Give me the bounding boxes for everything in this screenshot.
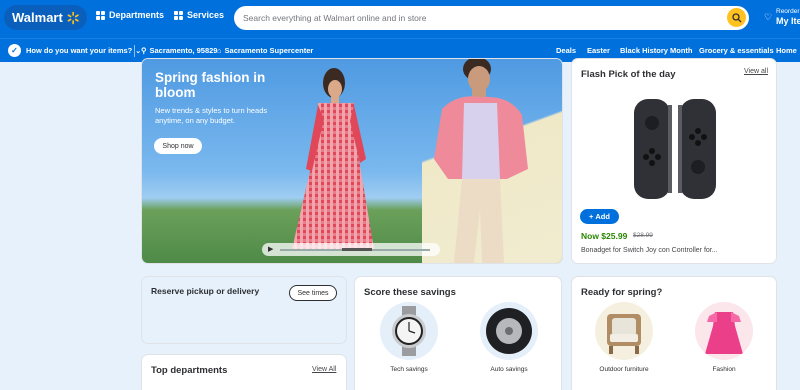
- search-button[interactable]: [727, 8, 746, 27]
- nav-link-deals[interactable]: Deals: [556, 46, 576, 55]
- fulfillment-label: How do you want your items?: [26, 46, 133, 55]
- tech-savings-label[interactable]: Tech savings: [369, 366, 449, 373]
- pickup-card: Reserve pickup or delivery See times: [142, 277, 346, 343]
- store-label: Sacramento Supercenter: [224, 46, 314, 55]
- fulfillment-selector[interactable]: How do you want your items? ⌄: [26, 46, 141, 55]
- savings-title: Score these savings: [364, 287, 456, 298]
- auto-savings-label[interactable]: Auto savings: [469, 366, 549, 373]
- nav-link-home[interactable]: Home: [776, 46, 797, 55]
- chair-icon: [607, 314, 641, 354]
- top-departments-title: Top departments: [151, 365, 228, 376]
- spark-icon: [67, 11, 79, 24]
- top-header: Walmart Departments Services Search ever…: [0, 0, 800, 38]
- auto-savings-tile[interactable]: [480, 302, 538, 360]
- walmart-logo[interactable]: Walmart: [4, 5, 87, 30]
- search-icon: [731, 12, 741, 22]
- play-icon[interactable]: ▶: [268, 245, 273, 253]
- models-image: [292, 59, 528, 263]
- delivery-icon: ✓: [8, 44, 21, 57]
- divider: [134, 45, 135, 57]
- search-input[interactable]: Search everything at Walmart online and …: [234, 6, 749, 30]
- add-to-cart-button[interactable]: + Add: [580, 209, 619, 224]
- see-times-button[interactable]: See times: [289, 285, 337, 301]
- dress-icon: [705, 312, 743, 354]
- joycon-product-image[interactable]: [630, 95, 720, 205]
- savings-card: Score these savings Tech savings Auto sa…: [355, 277, 561, 390]
- current-price: Now $25.99: [581, 231, 628, 241]
- tech-savings-tile[interactable]: [380, 302, 438, 360]
- watch-icon: [392, 306, 426, 356]
- nav-link-easter[interactable]: Easter: [587, 46, 610, 55]
- services-label: Services: [187, 10, 225, 20]
- outdoor-furniture-label[interactable]: Outdoor furniture: [584, 366, 664, 373]
- tire-icon: [486, 308, 532, 354]
- top-departments-card: Top departments View All: [142, 355, 346, 390]
- nav-link-grocery[interactable]: Grocery & essentials: [699, 46, 774, 55]
- pickup-title: Reserve pickup or delivery: [151, 286, 260, 296]
- video-controls[interactable]: ▶: [262, 243, 440, 256]
- departments-button[interactable]: Departments: [96, 10, 164, 20]
- outdoor-furniture-tile[interactable]: [595, 302, 653, 360]
- grid-icon: [174, 10, 183, 20]
- location-pin-icon: ⚲: [141, 46, 147, 55]
- search-placeholder: Search everything at Walmart online and …: [243, 13, 427, 23]
- nav-link-black-history-month[interactable]: Black History Month: [620, 46, 693, 55]
- fashion-label[interactable]: Fashion: [684, 366, 764, 373]
- view-all-link[interactable]: View all: [744, 68, 768, 75]
- reorder-label: Reorder: [776, 8, 800, 15]
- services-button[interactable]: Services: [174, 10, 224, 20]
- hero-banner[interactable]: Spring fashion in bloom New trends & sty…: [142, 59, 562, 263]
- store-selector[interactable]: ⌂ Sacramento Supercenter: [217, 46, 313, 55]
- departments-label: Departments: [109, 10, 165, 20]
- view-all-link[interactable]: View All: [312, 366, 336, 373]
- spring-card: Ready for spring? Outdoor furniture Fash…: [572, 277, 776, 390]
- heart-icon: ♡: [764, 12, 773, 22]
- my-items-label: My Items: [776, 16, 800, 26]
- spring-title: Ready for spring?: [581, 287, 663, 298]
- progress-thumb[interactable]: [342, 248, 372, 251]
- flash-pick-title: Flash Pick of the day: [581, 69, 676, 80]
- hero-title: Spring fashion in bloom: [155, 70, 266, 100]
- product-name[interactable]: Bonadget for Switch Joy con Controller f…: [581, 247, 718, 254]
- location-label: Sacramento, 95829: [149, 46, 218, 55]
- logo-text: Walmart: [12, 10, 63, 25]
- was-price: $28.99: [633, 232, 653, 239]
- flash-pick-card: Flash Pick of the day View all + Add Now…: [572, 59, 776, 263]
- location-selector[interactable]: ⚲ Sacramento, 95829: [141, 46, 217, 55]
- shop-now-button[interactable]: Shop now: [154, 138, 202, 154]
- hero-subtitle: New trends & styles to turn heads anytim…: [155, 106, 268, 125]
- plus-icon: +: [589, 212, 594, 221]
- grid-icon: [96, 10, 105, 20]
- store-icon: ⌂: [217, 46, 222, 55]
- fashion-tile[interactable]: [695, 302, 753, 360]
- add-label: Add: [595, 212, 610, 221]
